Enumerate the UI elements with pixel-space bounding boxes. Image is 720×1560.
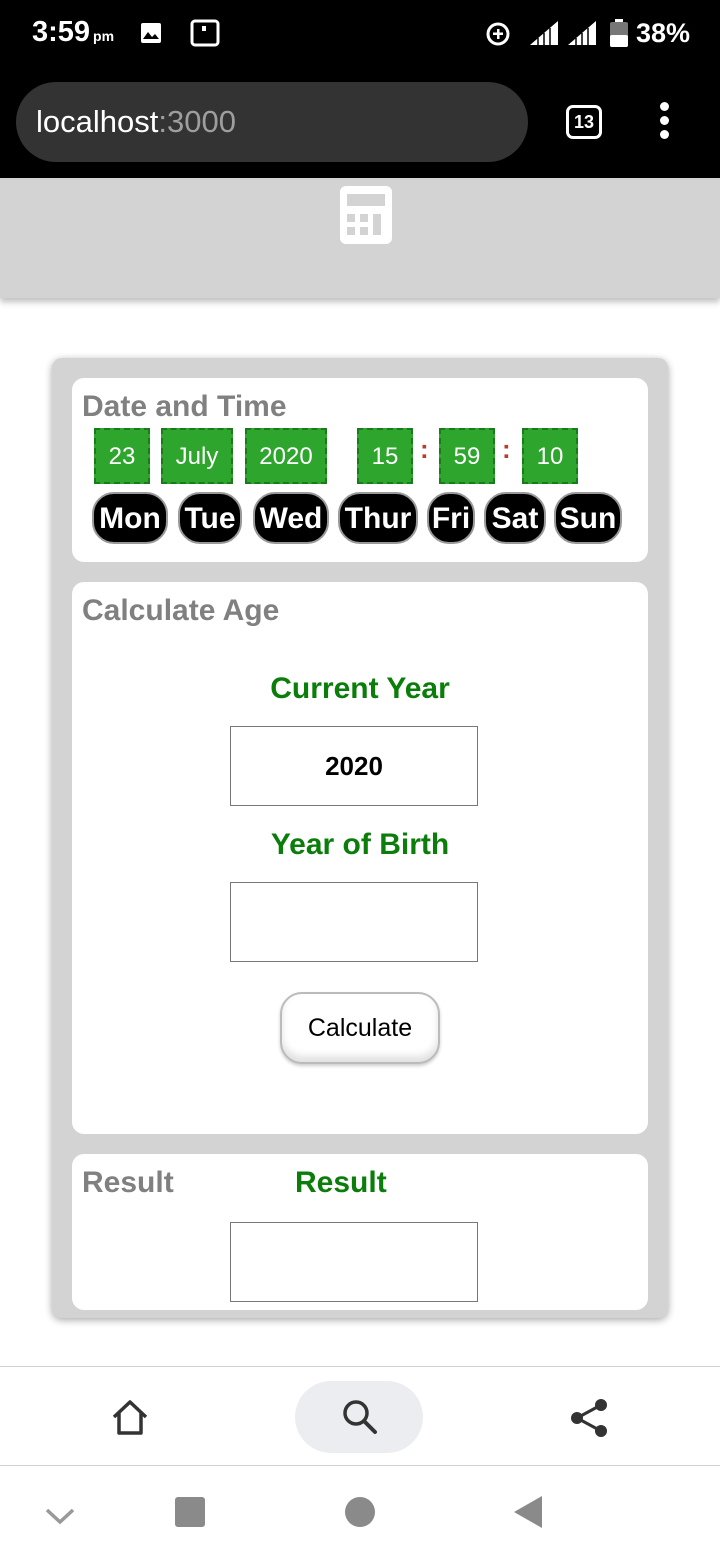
time-separator: : (502, 434, 511, 464)
home-icon[interactable] (110, 1397, 150, 1437)
calculate-age-card: Calculate Age Current Year 2020 Year of … (72, 582, 648, 1134)
signal-icon (568, 21, 596, 45)
image-icon (141, 23, 161, 43)
browser-bottom-bar (0, 1366, 720, 1466)
search-button[interactable] (295, 1381, 423, 1453)
chevron-down-icon[interactable] (44, 1504, 76, 1528)
home-nav-icon[interactable] (344, 1496, 376, 1528)
minute-box: 59 (439, 428, 495, 484)
status-bar: 3:59 pm 38% (0, 0, 720, 68)
url-port: :3000 (158, 104, 236, 139)
tab-switcher-button[interactable]: 13 (566, 105, 602, 139)
hour-box: 15 (357, 428, 413, 484)
weekday-sun: Sun (554, 492, 622, 544)
weekday-mon: Mon (92, 492, 168, 544)
back-icon[interactable] (512, 1494, 544, 1530)
weekday-wed: Wed (253, 492, 329, 544)
app-header (0, 178, 720, 298)
current-year-input[interactable]: 2020 (230, 726, 478, 806)
calculator-icon (340, 186, 392, 244)
time-separator: : (420, 434, 429, 464)
share-icon[interactable] (568, 1397, 610, 1439)
birth-year-input[interactable] (230, 882, 478, 962)
year-box: 2020 (245, 428, 327, 484)
weekday-sat: Sat (484, 492, 546, 544)
data-saver-icon (486, 22, 510, 46)
date-time-title: Date and Time (82, 390, 287, 423)
recents-icon[interactable] (174, 1496, 206, 1528)
month-box: July (161, 428, 233, 484)
battery-percent: 38% (636, 18, 691, 48)
screen-icon (190, 19, 220, 47)
birth-year-label: Year of Birth (270, 828, 450, 861)
main-panel: Date and Time 23 July 2020 15 : 59 : 10 … (52, 358, 668, 1318)
system-nav-bar (0, 1466, 720, 1560)
url-host: localhost (36, 104, 159, 139)
signal-icon (530, 21, 558, 45)
url-bar[interactable]: localhost:3000 (16, 82, 528, 162)
result-output[interactable] (230, 1222, 478, 1302)
result-title: Result (82, 1166, 174, 1199)
battery-icon (610, 19, 628, 47)
second-box: 10 (522, 428, 578, 484)
result-card: Result Result (72, 1154, 648, 1310)
calculate-button[interactable]: Calculate (280, 992, 440, 1064)
screen: 3:59 pm 38% localhost:3000 13 Date and T… (0, 0, 720, 1560)
menu-icon[interactable] (656, 102, 672, 142)
day-box: 23 (94, 428, 150, 484)
result-label: Result (295, 1166, 387, 1199)
clock: 3:59 pm (32, 16, 115, 48)
current-year-label: Current Year (270, 672, 450, 705)
date-time-card: Date and Time 23 July 2020 15 : 59 : 10 … (72, 378, 648, 562)
search-icon (343, 1400, 377, 1434)
weekday-thur: Thur (338, 492, 418, 544)
browser-toolbar: localhost:3000 13 (0, 68, 720, 178)
weekday-tue: Tue (178, 492, 242, 544)
weekday-fri: Fri (427, 492, 475, 544)
calculate-age-title: Calculate Age (82, 594, 280, 627)
